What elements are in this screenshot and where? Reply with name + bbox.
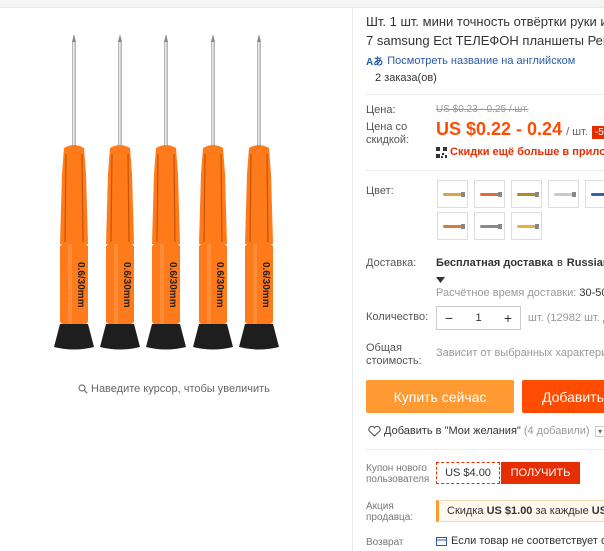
returns-label: Возврат <box>366 537 404 548</box>
coupon-label: Купон нового пользователя <box>366 463 429 485</box>
seller-promo-label-line2: продавца: <box>366 512 414 523</box>
product-title-line1: Шт. 1 шт. мини точность отвёртки руки и <box>366 14 604 29</box>
swatch-preview-tip <box>535 192 539 197</box>
screwdriver <box>193 34 233 350</box>
quantity-input[interactable]: 1 <box>461 312 496 324</box>
wishlist-link[interactable]: Добавить в "Мои желания" (4 добавили) ▾ <box>368 425 604 437</box>
delivery-destination: Russian Fe <box>566 257 604 269</box>
screwdriver <box>239 34 279 350</box>
swatch-preview-tip <box>498 192 502 197</box>
seller-promo-amount: US $1.00 <box>486 505 533 517</box>
product-title: Шт. 1 шт. мини точность отвёртки руки и … <box>366 12 604 50</box>
zoom-hint: Наведите курсор, чтобы увеличить <box>78 383 270 395</box>
old-price: US $0.23 - 0.25 / шт. <box>436 104 529 115</box>
qr-code-icon <box>436 146 447 158</box>
returns-note: Если товар не соответствует опи <box>436 535 604 547</box>
delivery-in: в <box>556 257 563 269</box>
delivery-free: Бесплатная доставка <box>436 257 553 269</box>
color-swatch[interactable] <box>474 180 505 208</box>
screwdriver-size-label: 0.6/30mm <box>214 262 225 308</box>
divider <box>366 449 604 450</box>
buy-now-button[interactable]: Купить сейчас <box>366 380 514 413</box>
screwdriver-size-label: 0.6/30mm <box>167 262 178 308</box>
color-swatch[interactable] <box>585 180 604 208</box>
product-title-line2: 7 samsung Ect ТЕЛЕФОН планшеты Ремо <box>366 33 604 48</box>
quantity-label: Количество: <box>366 311 429 323</box>
seller-promo-banner[interactable]: Скидка US $1.00 за каждые US $35 <box>436 500 604 522</box>
seller-promo-threshold: US $35 <box>591 505 604 517</box>
screwdriver-size-label: 0.6/30mm <box>75 262 86 308</box>
quantity-stepper: − 1 + <box>436 306 521 330</box>
delivery-label: Доставка: <box>366 257 417 269</box>
screwdriver <box>54 34 94 350</box>
total-label-line2: стоимость: <box>366 355 422 367</box>
returns-text: Если товар не соответствует опи <box>451 535 604 547</box>
heart-icon <box>368 425 381 437</box>
return-icon <box>436 537 447 546</box>
zoom-hint-text: Наведите курсор, чтобы увеличить <box>91 383 270 395</box>
add-to-cart-button[interactable]: Добавить <box>522 380 604 413</box>
swatch-preview-tip <box>535 224 539 229</box>
get-coupon-button[interactable]: ПОЛУЧИТЬ <box>501 462 580 484</box>
eta-value: 30-50 д <box>579 287 604 299</box>
eta-label: Расчётное время доставки: <box>436 287 577 299</box>
color-swatch[interactable] <box>511 180 542 208</box>
app-promo[interactable]: Скидки ещё больше в приложен <box>436 146 604 158</box>
seller-promo-label-line1: Акция <box>366 501 394 512</box>
color-swatch[interactable] <box>511 212 542 240</box>
discount-price: US $0.22 - 0.24 / шт. -5 <box>436 119 604 140</box>
wishlist-text: Добавить в "Мои желания" <box>384 425 521 437</box>
discount-price-label: Цена со скидкой: <box>366 121 410 146</box>
divider <box>366 170 604 171</box>
screwdriver <box>100 34 140 350</box>
swatch-preview-tip <box>572 192 576 197</box>
magnifier-icon <box>78 384 88 394</box>
discount-price-amount: US $0.22 - 0.24 <box>436 119 563 139</box>
swatch-preview-tip <box>461 192 465 197</box>
seller-promo-label: Акция продавца: <box>366 501 413 523</box>
delivery-eta: Расчётное время доставки: 30-50 д <box>436 287 604 299</box>
color-swatch[interactable] <box>548 180 579 208</box>
price-unit: / шт. <box>566 126 588 138</box>
product-info-panel: Шт. 1 шт. мини точность отвёртки руки и … <box>366 0 604 551</box>
coupon-label-line2: пользователя <box>366 474 430 485</box>
coupon-label-line1: Купон нового <box>366 463 427 474</box>
swatch-preview-tip <box>461 224 465 229</box>
delivery-info[interactable]: Бесплатная доставка в Russian Fe <box>436 257 604 269</box>
seller-promo-prefix: Скидка <box>447 505 484 517</box>
screwdrivers-illustration: 0.6/30mm 0.6/30mm 0.6/30mm 0.6/30mm 0.6/30mm <box>54 34 279 350</box>
total-label: Общая стоимость: <box>366 342 422 368</box>
quantity-increase-button[interactable]: + <box>496 307 520 329</box>
discount-badge: -5 <box>591 126 604 139</box>
swatch-preview-tip <box>498 224 502 229</box>
color-swatch[interactable] <box>474 212 505 240</box>
color-swatch[interactable] <box>437 212 468 240</box>
quantity-decrease-button[interactable]: − <box>437 307 461 329</box>
chevron-down-icon[interactable]: ▾ <box>594 425 604 437</box>
wishlist-count: (4 добавили) <box>523 425 590 437</box>
translate-link[interactable]: Aあ Посмотреть название на английском <box>366 53 576 69</box>
screwdriver-size-label: 0.6/30mm <box>121 262 132 308</box>
swatch-preview <box>591 193 604 196</box>
total-label-line1: Общая <box>366 342 402 354</box>
divider <box>366 94 604 95</box>
coupon-value: US $4.00 <box>436 462 500 484</box>
screwdriver <box>146 34 186 350</box>
color-label: Цвет: <box>366 185 394 197</box>
column-divider <box>352 8 353 551</box>
app-promo-text: Скидки ещё больше в приложен <box>450 146 604 158</box>
seller-promo-mid: за каждые <box>535 505 589 517</box>
translate-icon: Aあ <box>366 57 384 68</box>
translate-link-text: Посмотреть название на английском <box>387 54 576 67</box>
quantity-available: шт. (12982 шт. до <box>528 312 604 324</box>
product-image[interactable]: 0.6/30mm 0.6/30mm 0.6/30mm 0.6/30mm 0.6/30mm <box>8 14 344 370</box>
shipping-dropdown-icon[interactable] <box>436 270 445 288</box>
price-label: Цена: <box>366 104 396 116</box>
color-swatch[interactable] <box>437 180 468 208</box>
total-note: Зависит от выбранных характерист <box>436 347 604 359</box>
screwdriver-size-label: 0.6/30mm <box>260 262 271 308</box>
orders-count: 2 заказа(ов) <box>375 72 437 84</box>
